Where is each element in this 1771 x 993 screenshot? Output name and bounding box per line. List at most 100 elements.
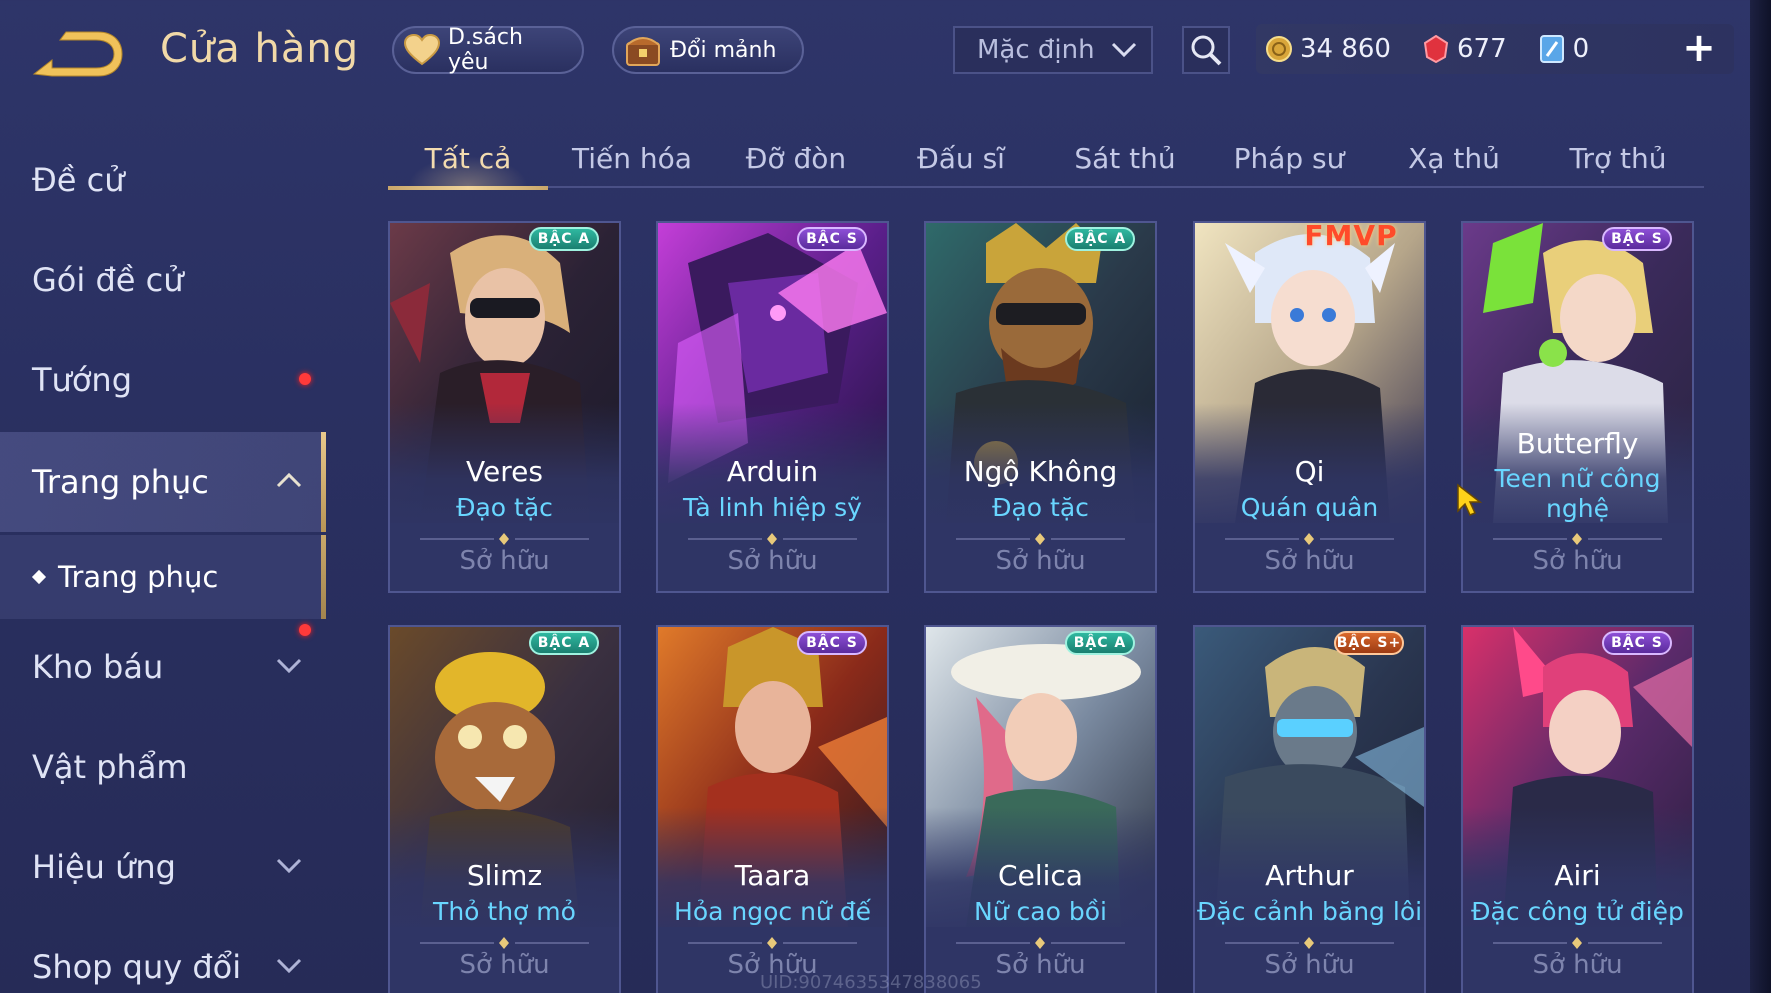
hero-name: Celica bbox=[998, 859, 1083, 892]
tab-tank[interactable]: Đỡ đòn bbox=[716, 130, 876, 186]
sidebar-item-label: Đề cử bbox=[32, 161, 125, 199]
hero-name: Slimz bbox=[466, 859, 543, 892]
hero-name: Ngộ Không bbox=[963, 455, 1118, 488]
owned-status: Sở hữu bbox=[1264, 546, 1355, 576]
tier-badge: BẬC S+ bbox=[1334, 631, 1404, 655]
tab-support[interactable]: Trợ thủ bbox=[1538, 130, 1698, 186]
currency-bar: 34 860 677 0 + bbox=[1256, 24, 1734, 74]
sidebar-item-items[interactable]: Vật phẩm bbox=[0, 717, 326, 817]
skin-card[interactable]: BẬC A Ngộ Không Đạo tặc Sở hữu bbox=[924, 221, 1157, 593]
owned-status: Sở hữu bbox=[995, 546, 1086, 576]
divider-ornament bbox=[956, 937, 1125, 949]
tab-assassin[interactable]: Sát thủ bbox=[1045, 130, 1205, 186]
skin-card[interactable]: BẬC A Slimz Thỏ thợ mỏ Sở hữu bbox=[388, 625, 621, 993]
divider-ornament bbox=[1225, 533, 1394, 545]
diamond-bullet-icon bbox=[31, 569, 47, 585]
owned-status: Sở hữu bbox=[1532, 546, 1623, 576]
sidebar-item-label: Shop quy đổi bbox=[32, 948, 242, 986]
sidebar-item-recommended[interactable]: Đề cử bbox=[0, 130, 326, 230]
back-arrow-icon bbox=[32, 31, 123, 77]
shard-exchange-label: Đổi mảnh bbox=[670, 37, 777, 63]
sidebar-item-recommended-packs[interactable]: Gói đề cử bbox=[0, 230, 326, 330]
sidebar-item-skins[interactable]: Trang phục bbox=[0, 432, 326, 532]
top-bar: Cửa hàng D.sách yêu Đổi mảnh Mặc định 34… bbox=[0, 0, 1771, 100]
hero-name: Arduin bbox=[726, 455, 819, 488]
sidebar-item-effects[interactable]: Hiệu ứng bbox=[0, 817, 326, 917]
gold-currency: 34 860 bbox=[1264, 34, 1391, 64]
ruby-currency: 677 bbox=[1421, 34, 1507, 64]
sidebar: Đề cử Gói đề cử Tướng Trang phục Trang p… bbox=[0, 130, 328, 993]
owned-status: Sở hữu bbox=[459, 950, 550, 980]
sort-value: Mặc định bbox=[977, 35, 1095, 65]
sidebar-item-heroes[interactable]: Tướng bbox=[0, 330, 326, 430]
tab-all[interactable]: Tất cả bbox=[388, 130, 548, 190]
back-button[interactable] bbox=[30, 30, 124, 80]
owned-status: Sở hữu bbox=[727, 546, 818, 576]
hero-name: Veres bbox=[466, 455, 543, 488]
divider-ornament bbox=[420, 533, 589, 545]
skin-card[interactable]: BẬC S Taara Hỏa ngọc nữ đế Sở hữu bbox=[656, 625, 889, 993]
sidebar-item-label: Trang phục bbox=[32, 463, 209, 501]
skin-card[interactable]: BẬC S+ Arthur Đặc cảnh băng lôi Sở hữu bbox=[1193, 625, 1426, 993]
skin-card[interactable]: BẬC A Veres Đạo tặc Sở hữu bbox=[388, 221, 621, 593]
gold-coin-icon bbox=[1264, 34, 1294, 64]
sidebar-item-exchange-shop[interactable]: Shop quy đổi bbox=[0, 917, 326, 993]
sidebar-item-label: Vật phẩm bbox=[32, 748, 188, 786]
fmvp-badge: FMVP bbox=[1304, 221, 1398, 252]
hero-name: Qi bbox=[1294, 455, 1325, 488]
hero-name: Butterfly bbox=[1516, 427, 1639, 460]
skin-name: Đặc công tử điệp bbox=[1471, 897, 1684, 926]
ruby-amount: 677 bbox=[1456, 34, 1507, 64]
ruby-gem-icon bbox=[1421, 34, 1451, 64]
tier-badge: BẬC S bbox=[1602, 227, 1672, 251]
skin-grid: BẬC A Veres Đạo tặc Sở hữu BẬC S Arduin … bbox=[388, 221, 1708, 993]
tab-marksman[interactable]: Xạ thủ bbox=[1374, 130, 1534, 186]
divider-ornament bbox=[956, 533, 1125, 545]
chevron-up-icon bbox=[276, 472, 302, 488]
tier-badge: BẬC S bbox=[797, 631, 867, 655]
voucher-icon bbox=[1537, 34, 1567, 64]
chevron-down-icon bbox=[276, 958, 302, 974]
owned-status: Sở hữu bbox=[1532, 950, 1623, 980]
page-title: Cửa hàng bbox=[160, 26, 360, 72]
mouse-cursor-icon bbox=[1457, 483, 1482, 516]
sidebar-item-label: Gói đề cử bbox=[32, 261, 184, 299]
hero-name: Arthur bbox=[1265, 859, 1354, 892]
hero-name: Airi bbox=[1554, 859, 1601, 892]
heart-icon bbox=[404, 31, 440, 69]
sidebar-subitem-skins[interactable]: Trang phục bbox=[0, 535, 326, 619]
skin-name: Hỏa ngọc nữ đế bbox=[674, 897, 871, 926]
divider-ornament bbox=[1493, 937, 1662, 949]
sidebar-item-label: Kho báu bbox=[32, 648, 164, 686]
tab-evolution[interactable]: Tiến hóa bbox=[552, 130, 712, 186]
skin-name: Đạo tặc bbox=[456, 493, 553, 522]
sidebar-item-label: Hiệu ứng bbox=[32, 848, 176, 886]
divider-ornament bbox=[688, 937, 857, 949]
skin-name: Tà linh hiệp sỹ bbox=[683, 493, 862, 522]
owned-status: Sở hữu bbox=[459, 546, 550, 576]
category-tabs: Tất cả Tiến hóa Đỡ đòn Đấu sĩ Sát thủ Ph… bbox=[388, 130, 1704, 190]
add-currency-button[interactable]: + bbox=[1682, 28, 1716, 68]
skin-name: Nữ cao bồi bbox=[974, 897, 1107, 926]
skin-card[interactable]: BẬC S Airi Đặc công tử điệp Sở hữu bbox=[1461, 625, 1694, 993]
voucher-amount: 0 bbox=[1572, 34, 1590, 64]
screen-edge bbox=[1750, 0, 1771, 993]
skin-card[interactable]: BẬC S Arduin Tà linh hiệp sỹ Sở hữu bbox=[656, 221, 889, 593]
tier-badge: BẬC A bbox=[1065, 227, 1135, 251]
skin-name: Đạo tặc bbox=[992, 493, 1089, 522]
sidebar-item-treasure[interactable]: Kho báu bbox=[0, 617, 326, 717]
owned-status: Sở hữu bbox=[1264, 950, 1355, 980]
tier-badge: BẬC A bbox=[529, 631, 599, 655]
tier-badge: BẬC S bbox=[797, 227, 867, 251]
shard-exchange-button[interactable]: Đổi mảnh bbox=[612, 26, 804, 74]
tab-fighter[interactable]: Đấu sĩ bbox=[881, 130, 1041, 186]
tab-mage[interactable]: Pháp sư bbox=[1209, 130, 1369, 186]
tier-badge: BẬC A bbox=[529, 227, 599, 251]
skin-card[interactable]: BẬC S Butterfly Teen nữ công nghệ Sở hữu bbox=[1461, 221, 1694, 593]
search-button[interactable] bbox=[1182, 26, 1230, 74]
favorites-button[interactable]: D.sách yêu bbox=[392, 25, 584, 75]
skin-card[interactable]: BẬC A Celica Nữ cao bồi Sở hữu bbox=[924, 625, 1157, 993]
skin-card[interactable]: FMVP Qi Quán quân Sở hữu bbox=[1193, 221, 1426, 593]
sort-dropdown[interactable]: Mặc định bbox=[953, 26, 1153, 74]
chevron-down-icon bbox=[276, 658, 302, 674]
